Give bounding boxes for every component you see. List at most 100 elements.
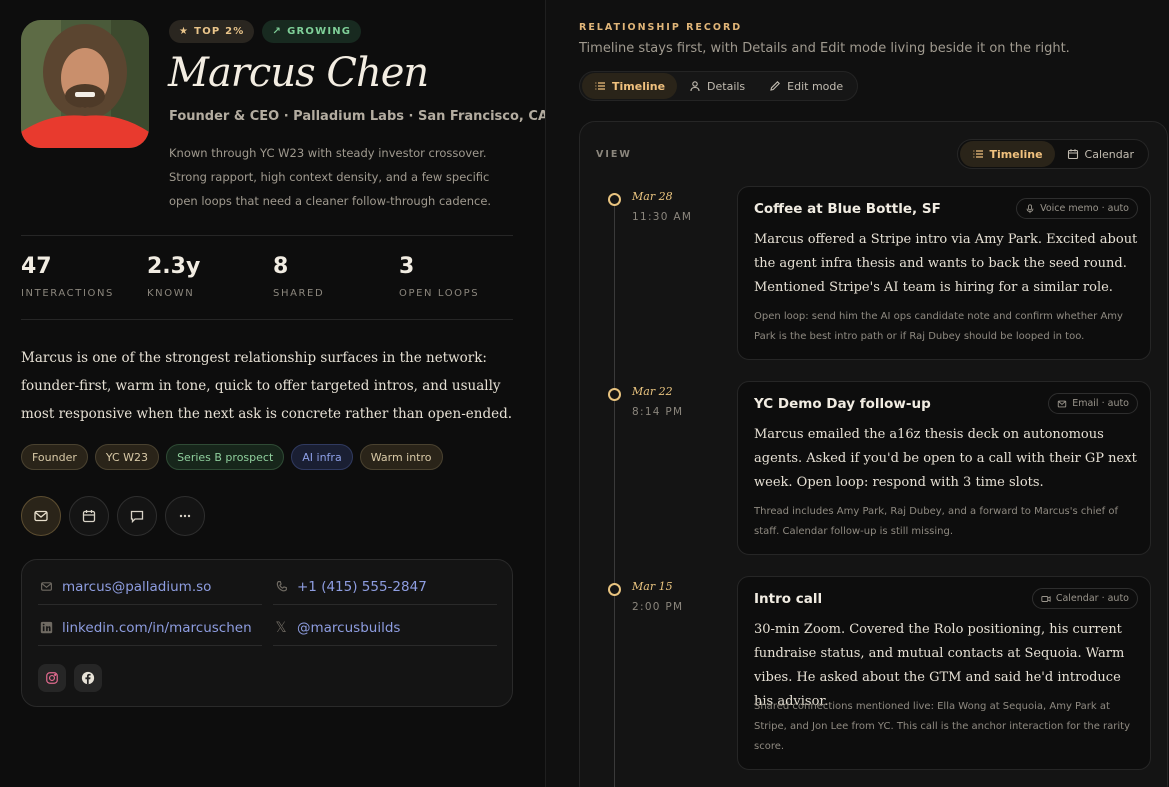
source-pill: Calendar · auto: [1031, 588, 1138, 609]
tag-yc-w23[interactable]: YC W23: [94, 444, 160, 470]
event-card[interactable]: Coffee at Blue Bottle, SF Voice memo · a…: [737, 186, 1151, 360]
instagram-button[interactable]: [38, 664, 66, 692]
stats-row: 47 INTERACTIONS 2.3y KNOWN 8 SHARED 3 OP…: [21, 254, 525, 299]
stat-open-loops: 3 OPEN LOOPS: [399, 254, 525, 299]
more-icon: [179, 514, 191, 518]
star-icon: ★: [179, 26, 190, 37]
divider: [21, 319, 513, 320]
stat-value: 47: [21, 254, 52, 279]
avatar: [21, 20, 149, 148]
message-button[interactable]: [117, 496, 157, 536]
event-time: 2:00 PM: [632, 601, 684, 613]
contact-name: Marcus Chen: [168, 50, 429, 96]
view-toggle: Timeline Calendar: [956, 139, 1149, 169]
tab-details[interactable]: Details: [677, 73, 757, 99]
mail-icon: [38, 580, 54, 593]
action-buttons: [21, 496, 205, 536]
source-label: Calendar · auto: [1055, 593, 1129, 604]
more-button[interactable]: [165, 496, 205, 536]
tab-details-label: Details: [707, 79, 746, 93]
event-note: Shared connections mentioned live: Ella …: [754, 701, 1131, 752]
stat-known: 2.3y KNOWN: [147, 254, 273, 299]
microphone-icon: [1026, 203, 1034, 213]
event-time: 11:30 AM: [632, 211, 693, 223]
tag-ai-infra[interactable]: AI infra: [291, 444, 353, 470]
phone-link[interactable]: +1 (415) 555-2847: [297, 579, 427, 595]
stat-label: KNOWN: [147, 288, 195, 299]
x-row[interactable]: 𝕏 @marcusbuilds: [273, 610, 497, 646]
stat-label: SHARED: [273, 288, 325, 299]
instagram-icon: [46, 672, 58, 684]
video-icon: [1041, 595, 1051, 602]
chat-icon: [130, 510, 144, 524]
event-title: YC Demo Day follow-up: [754, 396, 931, 412]
stat-shared: 8 SHARED: [273, 254, 399, 299]
email-row[interactable]: marcus@palladium.so: [38, 569, 262, 605]
list-icon: [973, 150, 983, 158]
trend-up-icon: ↗: [272, 26, 283, 37]
timeline-dot: [608, 583, 621, 596]
calendar-icon: [82, 510, 96, 523]
source-pill: Voice memo · auto: [1016, 198, 1138, 219]
record-panel: RELATIONSHIP RECORD Timeline stays first…: [545, 0, 1169, 787]
timeline-panel: VIEW Timeline Calendar Mar 28 11:30 AM C…: [579, 121, 1168, 787]
contact-card: marcus@palladium.so +1 (415) 555-2847 li…: [21, 559, 513, 707]
event-body: Marcus emailed the a16z thesis deck on a…: [754, 427, 1137, 490]
timeline-dot: [608, 388, 621, 401]
source-label: Email · auto: [1072, 398, 1129, 409]
phone-row[interactable]: +1 (415) 555-2847: [273, 569, 497, 605]
contact-description: Known through YC W23 with steady investo…: [169, 146, 492, 208]
phone-icon: [273, 580, 289, 593]
linkedin-row[interactable]: linkedin.com/in/marcuschen: [38, 610, 262, 646]
timeline-dot: [608, 193, 621, 206]
calendar-icon: [1067, 149, 1078, 160]
event-card[interactable]: Intro call Calendar · auto 30-min Zoom. …: [737, 576, 1151, 770]
event-date: Mar 15: [632, 580, 673, 593]
tag-founder[interactable]: Founder: [21, 444, 88, 470]
view-timeline-label: Timeline: [989, 147, 1043, 161]
x-icon: 𝕏: [275, 619, 287, 636]
list-icon: [595, 82, 605, 90]
view-calendar[interactable]: Calendar: [1055, 141, 1146, 167]
tab-edit-mode-label: Edit mode: [787, 79, 844, 93]
event-date: Mar 28: [632, 190, 673, 203]
event-card[interactable]: YC Demo Day follow-up Email · auto Marcu…: [737, 381, 1151, 555]
person-icon: [690, 81, 700, 92]
event-time: 8:14 PM: [632, 406, 684, 418]
view-label: VIEW: [596, 149, 632, 160]
email-button[interactable]: [21, 496, 61, 536]
source-label: Voice memo · auto: [1040, 203, 1129, 214]
stat-value: 3: [399, 254, 415, 279]
mail-icon: [34, 510, 48, 522]
x-link[interactable]: @marcusbuilds: [297, 620, 400, 636]
view-calendar-label: Calendar: [1084, 147, 1134, 161]
event-note: Open loop: send him the AI ops candidate…: [754, 311, 1123, 342]
tag-series-b[interactable]: Series B prospect: [166, 444, 285, 470]
tab-timeline[interactable]: Timeline: [582, 73, 678, 99]
record-tabs: Timeline Details Edit mode: [579, 71, 859, 101]
top-rank-badge: ★ TOP 2%: [169, 20, 255, 43]
stat-value: 8: [273, 254, 289, 279]
event-note: Thread includes Amy Park, Raj Dubey, and…: [754, 506, 1119, 537]
stat-value: 2.3y: [147, 254, 201, 279]
facebook-icon: [81, 671, 95, 685]
event-title: Coffee at Blue Bottle, SF: [754, 201, 941, 217]
schedule-button[interactable]: [69, 496, 109, 536]
tab-edit-mode[interactable]: Edit mode: [757, 73, 855, 99]
divider: [21, 235, 513, 236]
timeline-line: [614, 202, 615, 787]
stat-label: INTERACTIONS: [21, 288, 115, 299]
stat-label: OPEN LOOPS: [399, 288, 480, 299]
linkedin-icon: [38, 621, 54, 634]
source-pill: Email · auto: [1048, 393, 1138, 414]
contact-role: Founder & CEO · Palladium Labs · San Fra…: [169, 109, 548, 124]
facebook-button[interactable]: [74, 664, 102, 692]
growing-label: GROWING: [287, 26, 352, 37]
view-timeline[interactable]: Timeline: [959, 141, 1055, 167]
event-body: Marcus offered a Stripe intro via Amy Pa…: [754, 232, 1138, 295]
top-rank-label: TOP 2%: [194, 26, 245, 37]
profile-panel: ★ TOP 2% ↗ GROWING Marcus Chen Founder &…: [0, 0, 548, 787]
linkedin-link[interactable]: linkedin.com/in/marcuschen: [62, 620, 252, 636]
tag-warm-intro[interactable]: Warm intro: [359, 444, 443, 470]
email-link[interactable]: marcus@palladium.so: [62, 579, 211, 595]
